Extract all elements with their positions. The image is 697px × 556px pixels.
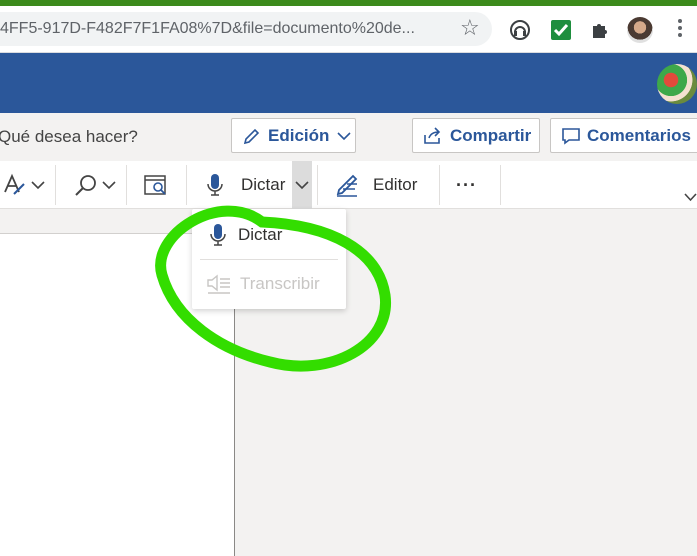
- microphone-icon: [210, 224, 226, 246]
- dictate-button[interactable]: Dictar: [205, 169, 285, 201]
- extension-check-icon[interactable]: [549, 18, 573, 42]
- command-bar: Qué desea hacer? Edición Compartir Comen…: [0, 113, 697, 161]
- chevron-down-icon: [102, 181, 116, 190]
- immersive-reader-icon: [144, 175, 166, 195]
- search-icon: [75, 175, 96, 196]
- share-label: Compartir: [450, 125, 532, 145]
- bookmark-star-icon[interactable]: ☆: [460, 16, 480, 40]
- menu-kebab-icon[interactable]: [676, 16, 684, 42]
- screen: 4FF5-917D-F482F7F1FA08%7D&file=documento…: [0, 0, 697, 556]
- spelling-button[interactable]: [2, 169, 45, 201]
- address-bar[interactable]: 4FF5-917D-F482F7F1FA08%7D&file=documento…: [0, 12, 492, 46]
- share-icon: [424, 126, 441, 144]
- menu-item-transcribe: Transcribir: [192, 260, 346, 308]
- immersive-reader-button[interactable]: [143, 169, 169, 201]
- more-options-icon: ···: [456, 174, 477, 195]
- menu-item-dictate-label: Dictar: [238, 225, 283, 244]
- ribbon-separator: [439, 165, 440, 205]
- ribbon-separator: [500, 165, 501, 205]
- ribbon-separator: [317, 165, 318, 205]
- microphone-icon: [207, 174, 223, 196]
- word-app-header: [0, 53, 697, 113]
- ribbon-collapse-chevron-icon[interactable]: [684, 193, 697, 202]
- editor-pen-icon: [336, 174, 358, 197]
- ribbon-toolbar: Dictar Editor ···: [0, 161, 697, 209]
- editing-mode-button[interactable]: Edición: [231, 118, 356, 153]
- dictate-dropdown-menu: Dictar Transcribir: [192, 209, 346, 309]
- chevron-down-icon: [337, 131, 351, 140]
- extensions-puzzle-icon[interactable]: [589, 18, 613, 42]
- ribbon-separator: [126, 165, 127, 205]
- comment-icon: [562, 127, 580, 145]
- transcribe-icon: [207, 274, 230, 294]
- extension-circle-icon[interactable]: [508, 18, 532, 42]
- editing-mode-label: Edición: [268, 125, 330, 145]
- share-button[interactable]: Compartir: [412, 118, 540, 153]
- menu-item-dictate[interactable]: Dictar: [192, 211, 346, 259]
- editor-button[interactable]: Editor: [335, 169, 417, 201]
- spelling-icon: [4, 173, 25, 195]
- pencil-icon: [243, 128, 260, 144]
- ribbon-separator: [186, 165, 187, 205]
- dictate-menu-toggle[interactable]: [292, 161, 312, 209]
- editor-label: Editor: [373, 175, 418, 194]
- profile-avatar[interactable]: [627, 17, 653, 43]
- dictate-label: Dictar: [241, 175, 286, 194]
- comments-button[interactable]: Comentarios: [550, 118, 697, 153]
- chevron-down-icon: [31, 181, 45, 190]
- browser-toolbar: 4FF5-917D-F482F7F1FA08%7D&file=documento…: [0, 6, 697, 53]
- find-button[interactable]: [74, 169, 116, 201]
- more-options-button[interactable]: ···: [456, 169, 477, 201]
- address-url[interactable]: 4FF5-917D-F482F7F1FA08%7D&file=documento…: [0, 20, 440, 38]
- user-avatar[interactable]: [657, 64, 697, 104]
- ribbon-separator: [55, 165, 56, 205]
- chevron-down-icon: [295, 181, 309, 190]
- comments-label: Comentarios: [587, 125, 691, 145]
- menu-item-transcribe-label: Transcribir: [240, 274, 320, 293]
- tell-me-search-input[interactable]: Qué desea hacer?: [0, 127, 138, 147]
